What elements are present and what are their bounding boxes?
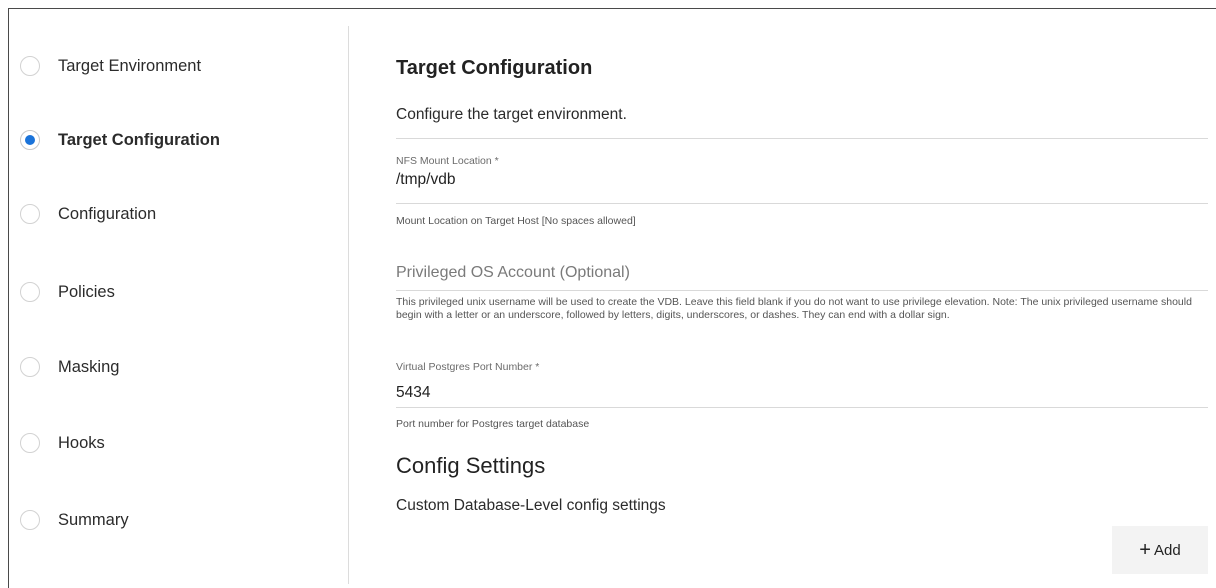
wizard-step-summary[interactable]: Summary	[20, 503, 129, 537]
add-config-setting-button[interactable]: + Add	[1112, 526, 1208, 574]
nfs-mount-underline	[396, 203, 1208, 204]
subtitle-divider	[396, 138, 1208, 139]
step-label: Masking	[58, 357, 120, 376]
wizard-step-configuration[interactable]: Configuration	[20, 197, 156, 231]
step-circle-icon	[20, 204, 40, 224]
wizard-step-target-configuration[interactable]: Target Configuration	[20, 123, 220, 157]
nfs-mount-input[interactable]: /tmp/vdb	[396, 171, 455, 189]
port-underline	[396, 407, 1208, 408]
step-circle-icon	[20, 357, 40, 377]
port-helper: Port number for Postgres target database	[396, 418, 590, 430]
step-label: Target Configuration	[58, 130, 220, 149]
step-label: Target Environment	[58, 56, 202, 75]
plus-icon: +	[1139, 539, 1151, 561]
step-label: Policies	[58, 282, 115, 301]
wizard-step-masking[interactable]: Masking	[20, 350, 119, 384]
step-circle-icon	[20, 510, 40, 530]
privileged-account-input[interactable]: Privileged OS Account (Optional)	[396, 264, 630, 282]
wizard-steps: Target Environment Target Configuration …	[0, 0, 348, 584]
wizard-step-target-environment[interactable]: Target Environment	[20, 49, 201, 83]
step-circle-icon	[20, 282, 40, 302]
step-label: Configuration	[58, 204, 157, 223]
step-label: Hooks	[58, 433, 105, 452]
page-title: Target Configuration	[396, 57, 593, 79]
wizard-step-hooks[interactable]: Hooks	[20, 426, 105, 460]
config-settings-title: Config Settings	[396, 453, 546, 478]
privileged-account-underline	[396, 290, 1208, 291]
sidebar-divider	[348, 26, 349, 584]
wizard-step-policies[interactable]: Policies	[20, 275, 115, 309]
nfs-mount-helper: Mount Location on Target Host [No spaces…	[396, 215, 636, 227]
step-label: Summary	[58, 510, 129, 529]
step-circle-icon	[20, 56, 40, 76]
nfs-mount-label: NFS Mount Location *	[396, 155, 499, 167]
step-active-circle-icon	[20, 130, 40, 150]
add-button-label: Add	[1153, 541, 1181, 559]
active-dot-icon	[25, 135, 35, 145]
page-subtitle: Configure the target environment.	[396, 106, 627, 123]
config-settings-description: Custom Database-Level config settings	[396, 497, 666, 514]
step-circle-icon	[20, 433, 40, 453]
port-input[interactable]: 5434	[396, 384, 430, 402]
privileged-account-helper: This privileged unix username will be us…	[396, 296, 1192, 321]
port-label: Virtual Postgres Port Number *	[396, 361, 540, 373]
